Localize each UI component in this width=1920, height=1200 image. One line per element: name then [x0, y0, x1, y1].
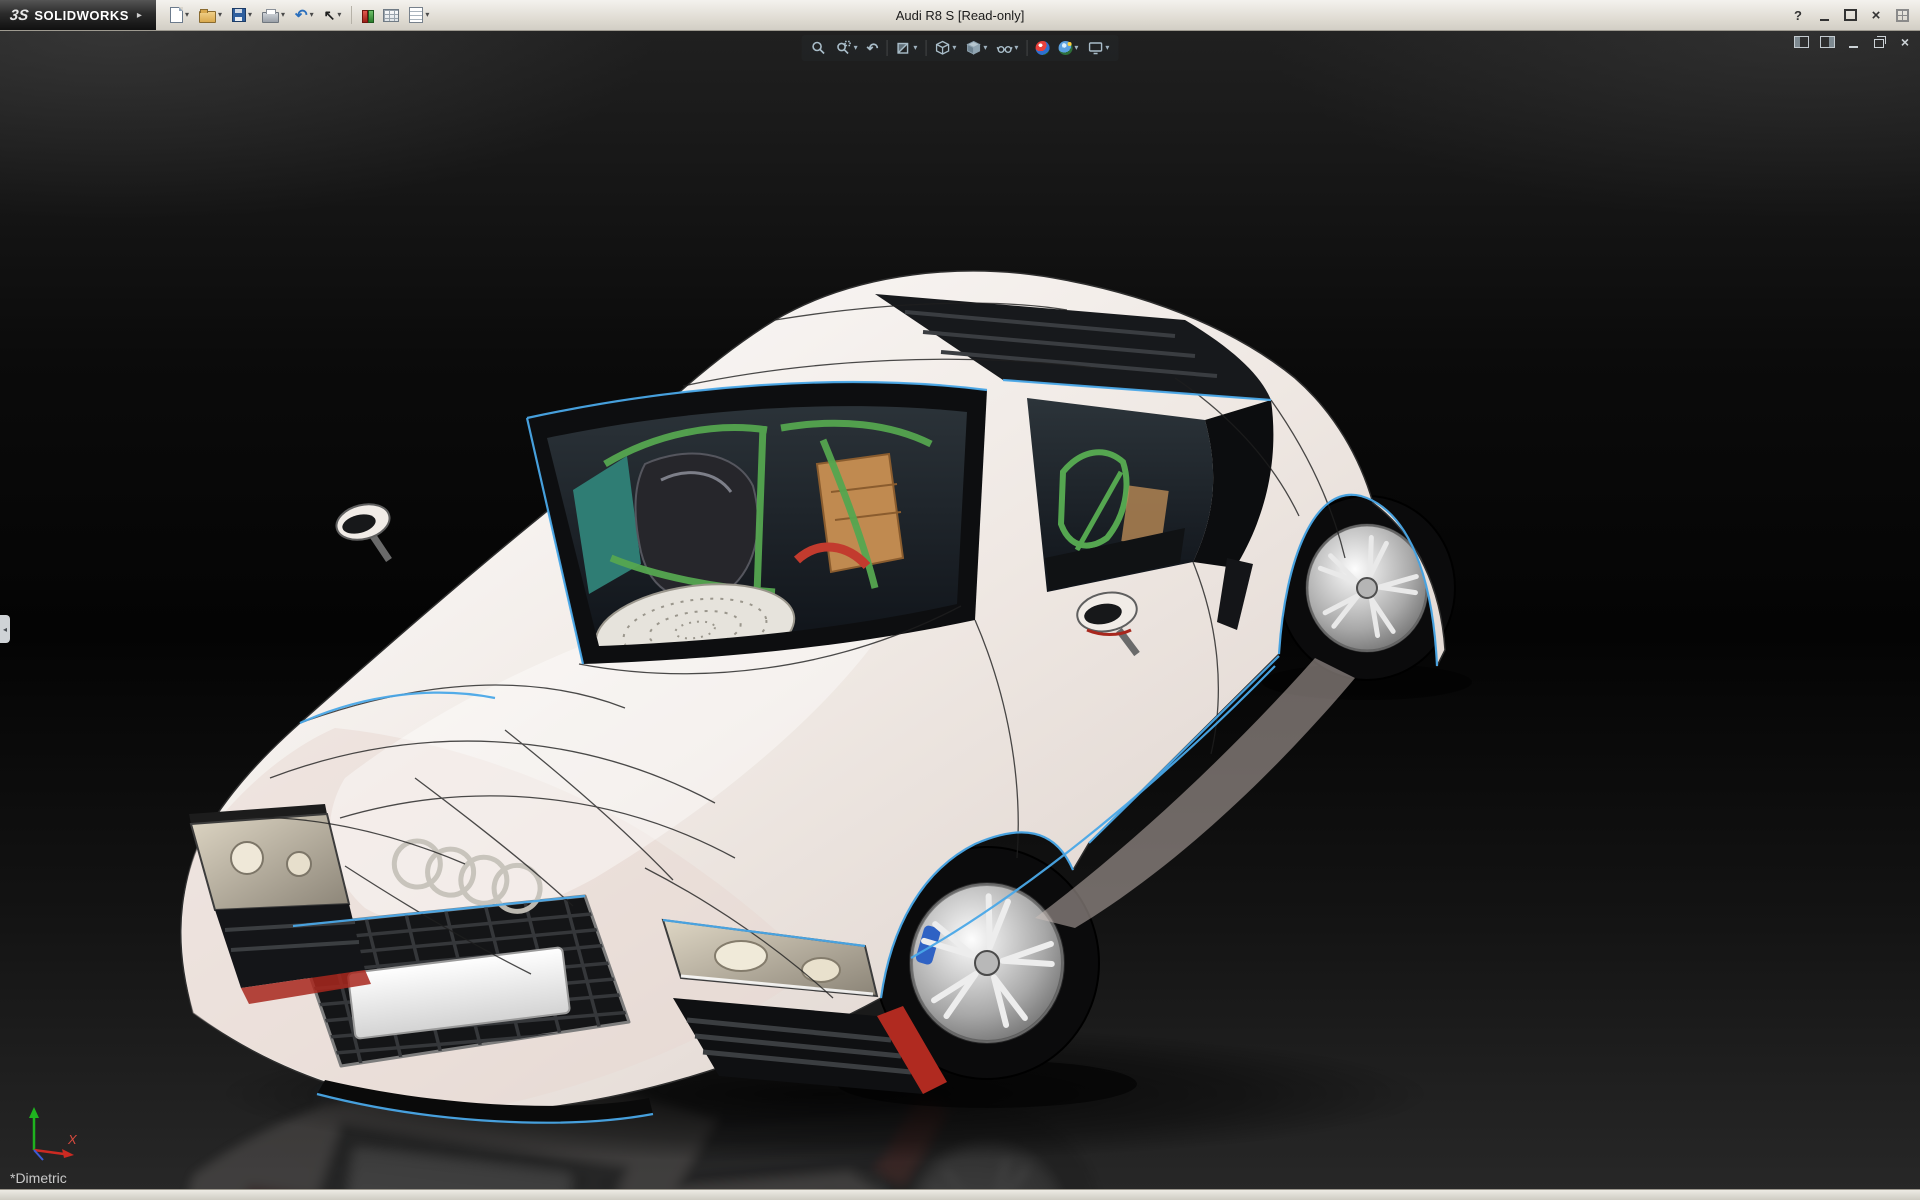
view-settings-icon — [1087, 40, 1103, 56]
minimize-icon — [1849, 46, 1858, 48]
restore-icon — [1874, 39, 1884, 48]
orientation-triad: X — [16, 1102, 86, 1166]
brand-glyph-icon: 3S — [9, 7, 30, 24]
chevron-down-icon[interactable]: ▾ — [425, 11, 429, 19]
standard-toolbar: ▾ ▾ ▾ ▾ ↶ ▾ ↖ ▾ ▾ — [156, 2, 433, 28]
previous-view-icon: ↶ — [867, 41, 879, 55]
printer-icon — [262, 12, 279, 23]
doc-close-button[interactable]: × — [1896, 34, 1914, 50]
hide-show-items-button[interactable]: ▾ — [993, 37, 1021, 59]
display-style-button[interactable]: ▾ — [962, 37, 990, 59]
select-tool-button[interactable]: ↖ ▾ — [320, 2, 346, 28]
maximize-button[interactable] — [1840, 6, 1860, 25]
new-document-icon — [170, 7, 183, 23]
color-swatch-icon — [362, 9, 373, 22]
close-button[interactable]: × — [1866, 6, 1886, 25]
toolbar-separator — [351, 6, 352, 24]
new-document-button[interactable]: ▾ — [166, 2, 193, 28]
open-folder-icon — [199, 11, 216, 23]
document-window-controls: × — [1792, 34, 1914, 50]
chevron-down-icon[interactable]: ▾ — [854, 44, 858, 52]
y-axis-arrow — [29, 1107, 39, 1118]
zoom-area-icon — [836, 40, 852, 56]
status-bar — [0, 1189, 1920, 1200]
view-cube-icon — [934, 40, 950, 56]
view-settings-button[interactable]: ▾ — [1084, 37, 1112, 59]
design-table-button[interactable] — [379, 2, 403, 28]
select-cursor-icon: ↖ — [324, 8, 336, 22]
drawing-sheet-button[interactable]: ▾ — [405, 2, 433, 28]
graphics-area[interactable]: ▾ ↶ ▾ ▾ ▾ — [0, 30, 1920, 1190]
edit-appearance-button[interactable] — [1032, 37, 1052, 59]
section-view-icon — [895, 40, 911, 56]
chevron-down-icon[interactable]: ▾ — [185, 11, 189, 19]
view-orientation-label: *Dimetric — [10, 1170, 67, 1186]
doc-minimize-button[interactable] — [1844, 34, 1862, 50]
feature-tree-collapse-tab[interactable]: ◂ — [0, 615, 10, 643]
print-button[interactable]: ▾ — [258, 2, 289, 28]
minimize-button[interactable] — [1814, 6, 1834, 25]
scene-sphere-icon — [1058, 41, 1072, 55]
grid-icon — [1896, 9, 1909, 22]
pane-right-icon — [1820, 36, 1835, 48]
brand-name: SOLIDWORKS — [34, 8, 129, 23]
toolbar-options-button[interactable] — [1892, 6, 1912, 25]
chevron-down-icon[interactable]: ▾ — [337, 11, 341, 19]
solidworks-logo[interactable]: 3S SOLIDWORKS ▸ — [0, 0, 156, 30]
chevron-down-icon[interactable]: ▾ — [1074, 44, 1078, 52]
menu-bar: 3S SOLIDWORKS ▸ ▾ ▾ ▾ ▾ ↶ ▾ ↖ ▾ — [0, 0, 1920, 31]
glasses-icon — [996, 40, 1012, 56]
save-floppy-icon — [232, 8, 246, 22]
open-button[interactable]: ▾ — [195, 2, 226, 28]
display-style-icon — [965, 40, 981, 56]
sheet-icon — [409, 7, 423, 23]
save-button[interactable]: ▾ — [228, 2, 256, 28]
toolbar-separator — [1026, 40, 1027, 56]
undo-button[interactable]: ↶ ▾ — [291, 2, 318, 28]
pane-left-button[interactable] — [1792, 34, 1810, 50]
document-title: Audi R8 S [Read-only] — [896, 0, 1025, 30]
x-axis-label: X — [67, 1132, 78, 1147]
car-model[interactable] — [181, 271, 1455, 1123]
chevron-down-icon[interactable]: ▾ — [248, 11, 252, 19]
maximize-icon — [1844, 9, 1857, 21]
pane-left-icon — [1794, 36, 1809, 48]
section-view-button[interactable]: ▾ — [892, 37, 920, 59]
heads-up-view-toolbar: ▾ ↶ ▾ ▾ ▾ — [802, 35, 1119, 61]
zoom-to-fit-button[interactable] — [808, 37, 830, 59]
chevron-down-icon[interactable]: ▾ — [1014, 44, 1018, 52]
window-controls: ? × — [1788, 6, 1920, 25]
chevron-down-icon[interactable]: ▾ — [310, 11, 314, 19]
toolbar-separator — [886, 40, 887, 56]
chevron-down-icon[interactable]: ▾ — [983, 44, 987, 52]
help-button[interactable]: ? — [1788, 6, 1808, 25]
zoom-to-area-button[interactable]: ▾ — [833, 37, 861, 59]
color-swatch-button[interactable] — [358, 2, 377, 28]
chevron-down-icon[interactable]: ▾ — [281, 11, 285, 19]
pane-right-button[interactable] — [1818, 34, 1836, 50]
chevron-down-icon[interactable]: ▾ — [218, 11, 222, 19]
x-axis-arrow — [62, 1149, 74, 1158]
apply-scene-button[interactable]: ▾ — [1055, 37, 1081, 59]
chevron-down-icon[interactable]: ▾ — [952, 44, 956, 52]
previous-view-button[interactable]: ↶ — [864, 37, 882, 59]
toolbar-separator — [925, 40, 926, 56]
view-orientation-button[interactable]: ▾ — [931, 37, 959, 59]
undo-arrow-icon: ↶ — [295, 8, 308, 23]
doc-restore-button[interactable] — [1870, 34, 1888, 50]
minimize-icon — [1820, 19, 1829, 21]
menu-expander-icon[interactable]: ▸ — [137, 10, 142, 21]
chevron-down-icon[interactable]: ▾ — [913, 44, 917, 52]
car-model-canvas[interactable] — [175, 258, 1485, 1190]
chevron-down-icon[interactable]: ▾ — [1105, 44, 1109, 52]
table-grid-icon — [383, 9, 399, 22]
appearance-sphere-icon — [1035, 41, 1049, 55]
zoom-fit-icon — [811, 40, 827, 56]
